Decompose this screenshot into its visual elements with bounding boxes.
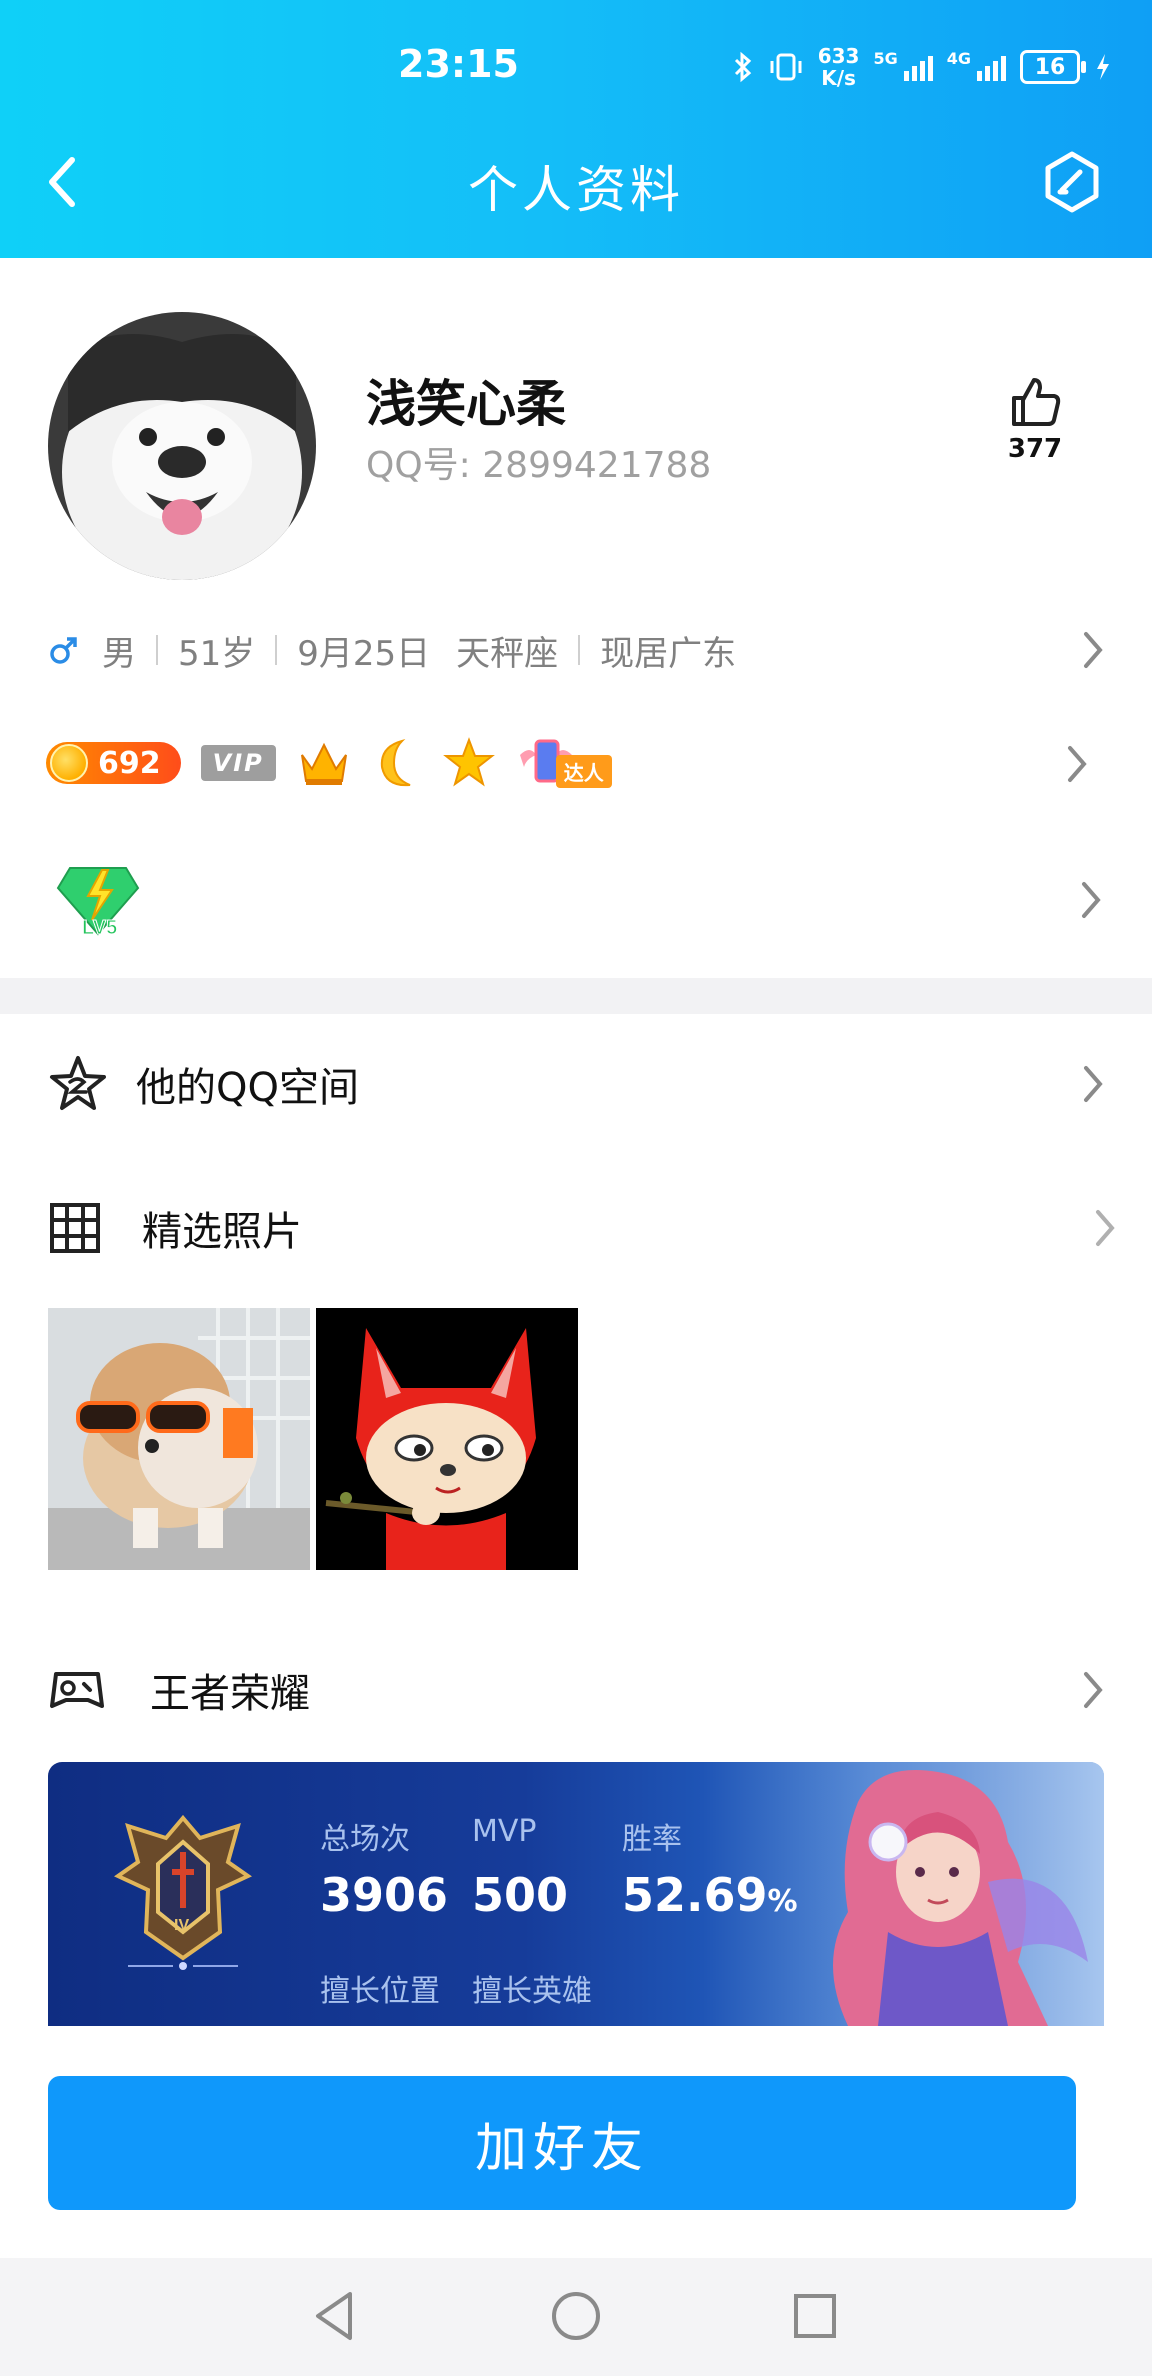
divider bbox=[275, 635, 278, 665]
status-time: 23:15 bbox=[398, 42, 519, 86]
net-label-5g: 5G bbox=[873, 48, 898, 68]
bluetooth-icon bbox=[734, 51, 751, 83]
hero-character-art bbox=[788, 1762, 1104, 2026]
coin-badge: 692 bbox=[46, 742, 181, 784]
chevron-right-icon bbox=[1096, 1210, 1115, 1246]
like-count: 377 bbox=[1007, 434, 1063, 464]
rank-badge-icon: IV bbox=[114, 1814, 252, 1970]
husky-dog-avatar bbox=[48, 312, 316, 580]
svg-text:IV: IV bbox=[174, 1917, 189, 1934]
header-bar: 23:15 633 K/s 5G 4G 16 个人资料 bbox=[0, 0, 1152, 258]
male-icon bbox=[50, 637, 77, 664]
birthday: 9月25日 bbox=[297, 633, 431, 674]
gender: 男 bbox=[102, 633, 136, 674]
chevron-right-icon bbox=[1084, 632, 1103, 668]
qq-number: QQ号: 2899421788 bbox=[366, 436, 711, 488]
gamepad-icon bbox=[50, 1672, 104, 1708]
moon-icon bbox=[380, 739, 411, 787]
winrate-label: 胜率 bbox=[622, 1822, 682, 1857]
qq-label: QQ号: bbox=[366, 445, 471, 486]
charging-icon bbox=[1097, 54, 1109, 80]
back-triangle-icon[interactable] bbox=[310, 2288, 358, 2344]
total-matches-label: 总场次 bbox=[320, 1822, 410, 1857]
red-fox-cartoon-photo bbox=[316, 1308, 578, 1570]
hero-label: 擅长英雄 bbox=[472, 1974, 592, 2009]
position-label: 擅长位置 bbox=[320, 1974, 440, 2009]
game-label: 王者荣耀 bbox=[150, 1671, 310, 1717]
basic-info-row[interactable]: 男 51岁 9月25日 天秤座 现居广东 bbox=[48, 620, 1108, 680]
age: 51岁 bbox=[178, 633, 256, 674]
level-gem-icon: LV5 bbox=[56, 867, 140, 940]
battery-icon: 16 bbox=[1020, 50, 1086, 84]
like-button[interactable]: 377 bbox=[1002, 374, 1068, 464]
qzone-star-icon bbox=[50, 1056, 106, 1110]
game-stats-card[interactable]: IV 总场次 3906 MVP 500 胜率 52.69% 擅长位置 擅长英雄 bbox=[48, 1762, 1104, 2026]
add-friend-button[interactable]: 加好友 bbox=[48, 2076, 1076, 2210]
zodiac: 天秤座 bbox=[456, 633, 559, 674]
home-circle-icon[interactable] bbox=[550, 2288, 602, 2344]
qzone-label: 他的QQ空间 bbox=[136, 1065, 359, 1111]
badges-row[interactable]: 692 VIP 达人 bbox=[46, 728, 626, 798]
signal-icon-2 bbox=[977, 53, 1006, 81]
location: 现居广东 bbox=[600, 633, 737, 674]
level-row[interactable]: LV5 bbox=[56, 860, 1106, 942]
mvp-value: 500 bbox=[472, 1868, 569, 1922]
divider bbox=[578, 635, 581, 665]
section-divider bbox=[0, 978, 1152, 1014]
svg-text:LV5: LV5 bbox=[82, 917, 117, 939]
chevron-right-icon bbox=[1068, 746, 1087, 782]
system-nav-bar bbox=[0, 2258, 1152, 2376]
winrate-value: 52.69% bbox=[622, 1868, 798, 1922]
nickname: 浅笑心柔 bbox=[366, 375, 566, 433]
thumbs-up-icon bbox=[1012, 378, 1061, 426]
coin-icon bbox=[50, 744, 88, 782]
grid-icon bbox=[50, 1203, 100, 1253]
total-matches-value: 3906 bbox=[320, 1868, 449, 1922]
net-label-4g: 4G bbox=[946, 48, 971, 68]
photo-thumbnail-1[interactable] bbox=[48, 1308, 310, 1570]
photos-entry[interactable]: 精选照片 bbox=[48, 1188, 1115, 1268]
game-entry[interactable]: 王者荣耀 bbox=[48, 1650, 1108, 1730]
photos-label: 精选照片 bbox=[142, 1209, 302, 1255]
avatar[interactable] bbox=[48, 312, 316, 580]
chevron-right-icon bbox=[1084, 1672, 1103, 1708]
crown-icon bbox=[300, 742, 347, 785]
signal-icon bbox=[903, 53, 933, 81]
pomeranian-photo bbox=[48, 1308, 310, 1570]
vip-badge: VIP bbox=[200, 745, 276, 781]
net-speed: 633 K/s bbox=[817, 44, 860, 90]
photo-thumbnail-2[interactable] bbox=[316, 1308, 578, 1570]
qq-value: 2899421788 bbox=[482, 445, 712, 486]
star-icon bbox=[442, 737, 495, 787]
edit-profile-icon[interactable] bbox=[1040, 150, 1104, 214]
qzone-entry[interactable]: 他的QQ空间 bbox=[48, 1044, 1108, 1124]
page-title: 个人资料 bbox=[468, 161, 684, 219]
chevron-right-icon bbox=[1082, 882, 1101, 918]
mvp-label: MVP bbox=[472, 1814, 537, 1849]
chevron-right-icon bbox=[1084, 1066, 1103, 1102]
vibrate-icon bbox=[770, 53, 802, 81]
recents-square-icon[interactable] bbox=[790, 2288, 840, 2344]
divider bbox=[156, 635, 158, 665]
expert-badge: 达人 bbox=[516, 735, 626, 791]
status-icons: 633 K/s 5G 4G 16 bbox=[732, 42, 1112, 92]
